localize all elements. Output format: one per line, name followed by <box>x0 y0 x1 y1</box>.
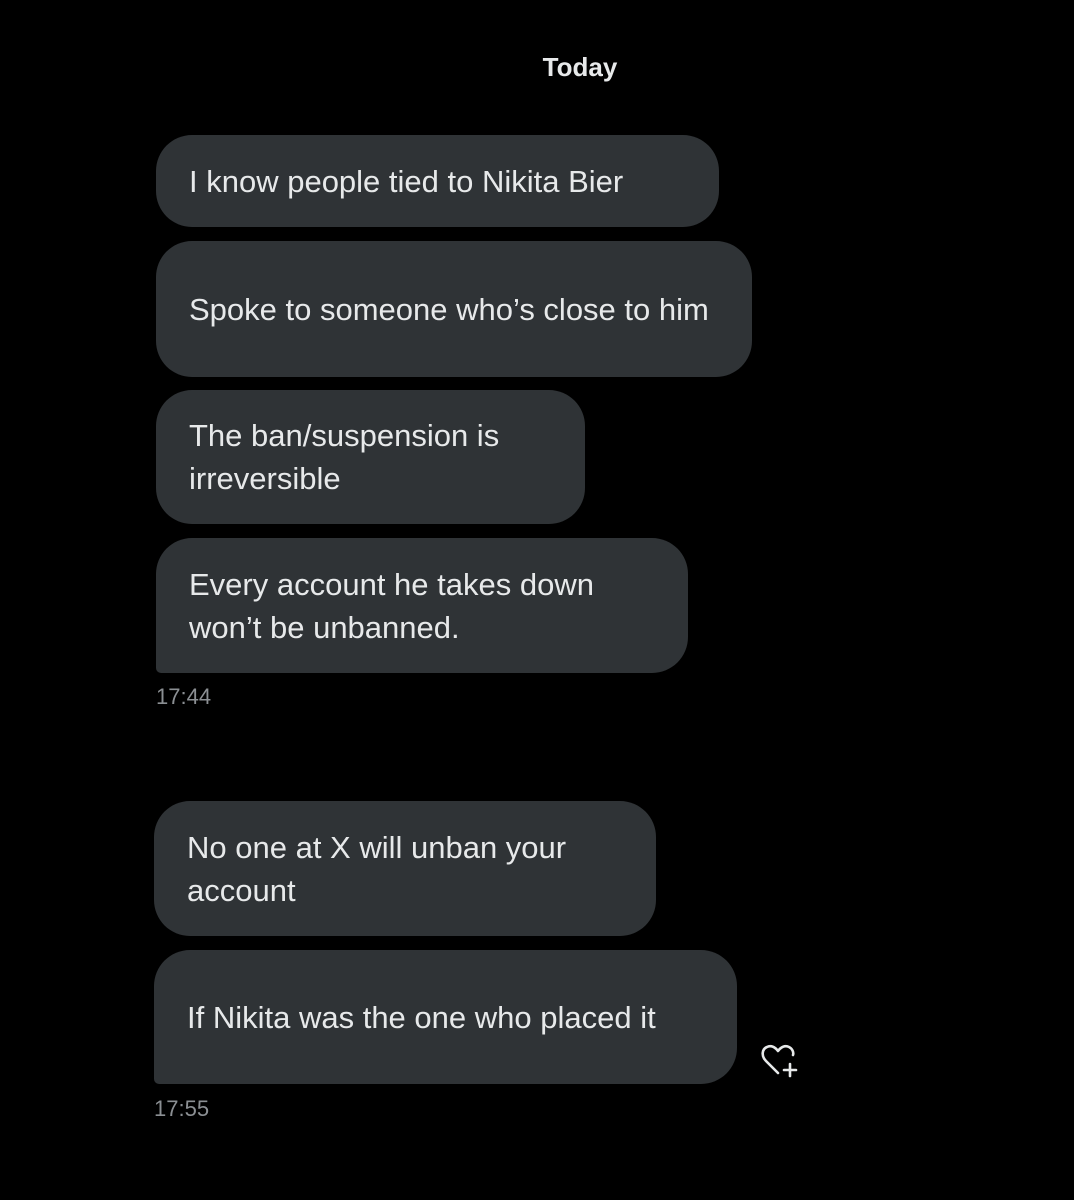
message-text: No one at X will unban your account <box>187 829 567 908</box>
message-text: Spoke to someone who’s close to him <box>189 291 709 327</box>
message-bubble[interactable]: If Nikita was the one who placed it <box>154 950 737 1084</box>
message-bubble[interactable]: The ban/suspension is irreversible <box>156 390 585 524</box>
message-text: I know people tied to Nikita Bier <box>189 163 624 199</box>
message-timestamp: 17:44 <box>156 684 212 709</box>
message-text: Every account he takes down won’t be unb… <box>189 566 594 645</box>
message-bubble[interactable]: No one at X will unban your account <box>154 801 656 936</box>
date-divider: Today <box>542 52 618 82</box>
message-bubble[interactable]: Spoke to someone who’s close to him <box>156 241 752 377</box>
heart-plus-icon <box>761 1044 798 1078</box>
message-bubble[interactable]: I know people tied to Nikita Bier <box>156 135 719 227</box>
react-button[interactable] <box>756 1040 804 1080</box>
message-timestamp: 17:55 <box>154 1096 210 1121</box>
message-bubble[interactable]: Every account he takes down won’t be unb… <box>156 538 688 673</box>
message-text: If Nikita was the one who placed it <box>187 999 656 1035</box>
message-text: The ban/suspension is irreversible <box>189 418 500 496</box>
